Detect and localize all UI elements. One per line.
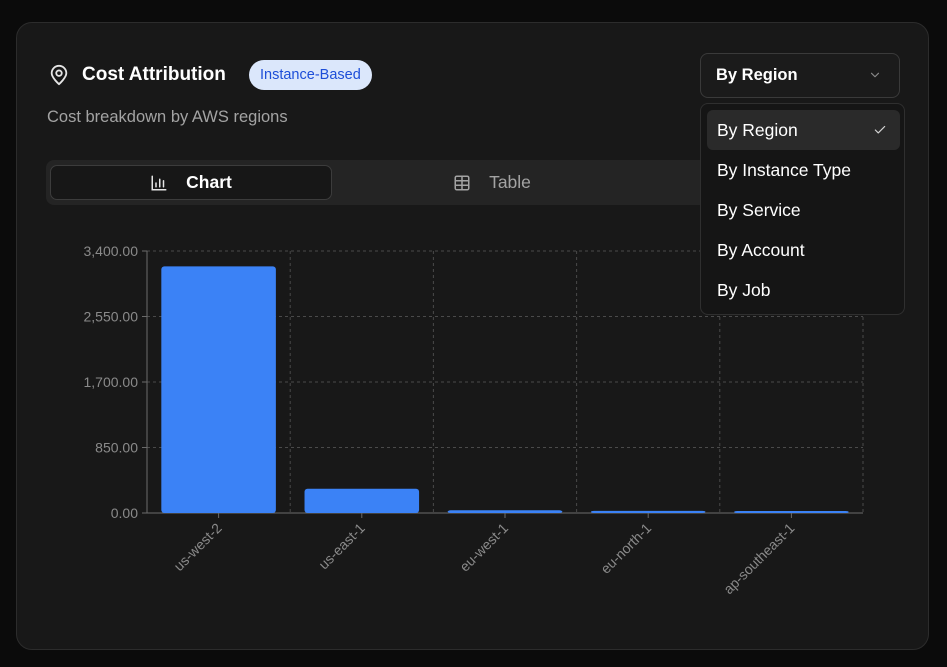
- option-by-instance-type[interactable]: By Instance Type: [707, 150, 900, 190]
- bar-eu-north-1: [590, 510, 706, 513]
- x-tick-label: eu-north-1: [597, 520, 654, 577]
- y-tick-label: 1,700.00: [84, 374, 139, 390]
- option-by-service[interactable]: By Service: [707, 190, 900, 230]
- y-tick-label: 3,400.00: [84, 243, 139, 259]
- option-label: By Service: [717, 200, 801, 220]
- y-tick-label: 2,550.00: [84, 309, 139, 325]
- x-tick-label: us-west-2: [170, 520, 224, 574]
- option-by-job[interactable]: By Job: [707, 270, 900, 310]
- option-label: By Job: [717, 280, 771, 300]
- bar-ap-southeast-1: [734, 511, 849, 513]
- bar-us-east-1: [304, 488, 420, 513]
- y-tick-label: 850.00: [95, 440, 138, 456]
- x-tick-label: ap-southeast-1: [720, 520, 798, 598]
- check-icon: [874, 125, 886, 134]
- option-by-account[interactable]: By Account: [707, 230, 900, 270]
- y-tick-label: 0.00: [111, 505, 138, 521]
- option-label: By Region: [717, 120, 798, 140]
- x-tick-label: eu-west-1: [456, 520, 511, 575]
- bar-eu-west-1: [447, 510, 563, 513]
- option-by-region[interactable]: By Region: [707, 110, 900, 150]
- option-label: By Account: [717, 240, 805, 260]
- x-tick-label: us-east-1: [315, 520, 368, 573]
- group-by-dropdown-menu: By Region By Instance Type By Service By…: [700, 103, 905, 315]
- option-label: By Instance Type: [717, 160, 851, 180]
- cost-bar-chart: 0.00 850.00 1,700.00 2,550.00 3,400.00 us-wes…: [84, 243, 864, 598]
- bar-us-west-2: [161, 266, 276, 513]
